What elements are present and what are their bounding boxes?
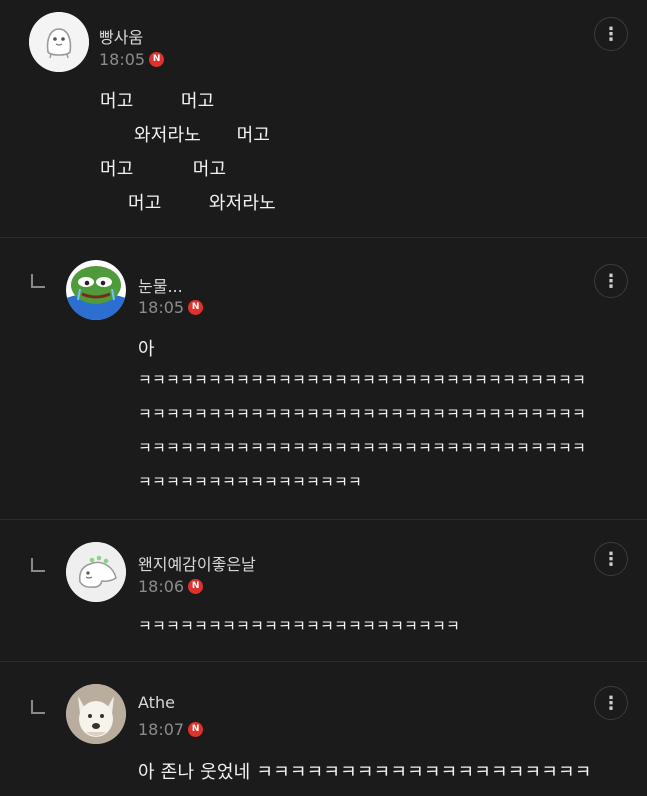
timestamp: 18:06 N [138, 577, 204, 596]
reply-item: Athe 18:07 N ⋮ 아 존나 웃었네 ㅋㅋㅋㅋㅋㅋㅋㅋㅋㅋㅋㅋㅋㅋㅋㅋ… [0, 662, 647, 796]
reply-arrow-icon [31, 700, 45, 714]
comment-text-line: ㅋㅋㅋㅋㅋㅋㅋㅋㅋㅋㅋㅋㅋㅋㅋㅋㅋㅋㅋㅋㅋㅋㅋㅋㅋㅋㅋㅋㅋㅋㅋㅋ [138, 371, 587, 389]
more-options-button[interactable]: ⋮ [594, 686, 628, 720]
more-options-button[interactable]: ⋮ [594, 542, 628, 576]
author-name[interactable]: Athe [138, 693, 175, 712]
comment-text-line: ㅋㅋㅋㅋㅋㅋㅋㅋㅋㅋㅋㅋㅋㅋㅋㅋㅋㅋㅋㅋㅋㅋㅋㅋㅋㅋㅋㅋㅋㅋㅋㅋ [138, 405, 587, 423]
time-text: 18:05 [138, 298, 185, 317]
reply-item: 눈물... 18:05 N ⋮ 아 ㅋㅋㅋㅋㅋㅋㅋㅋㅋㅋㅋㅋㅋㅋㅋㅋㅋㅋㅋㅋㅋㅋ… [0, 238, 647, 518]
white-dog-photo-icon [66, 684, 126, 744]
avatar[interactable] [66, 684, 126, 744]
new-badge: N [188, 579, 204, 594]
more-vertical-icon: ⋮ [602, 548, 620, 570]
new-badge: N [188, 722, 204, 737]
more-vertical-icon: ⋮ [602, 23, 620, 45]
comment-text-line: ㅋㅋㅋㅋㅋㅋㅋㅋㅋㅋㅋㅋㅋㅋㅋㅋㅋㅋㅋㅋㅋㅋㅋ [138, 617, 461, 635]
time-text: 18:05 [99, 50, 146, 69]
comment-text-line: ㅋㅋㅋㅋㅋㅋㅋㅋㅋㅋㅋㅋㅋㅋㅋㅋ [138, 473, 363, 491]
white-blob-character-icon [29, 12, 89, 72]
comment-text-line: 아 존나 웃었네 ㅋㅋㅋㅋㅋㅋㅋㅋㅋㅋㅋㅋㅋㅋㅋㅋㅋㅋㅋㅋ [138, 762, 592, 783]
comment-thread: 빵사움 18:05 N ⋮ 머고 머고 와저라노 머고 머고 머고 머고 와저라… [0, 0, 647, 796]
new-badge: N [188, 300, 204, 315]
comment-text-line: 머고 머고 [100, 159, 227, 180]
avatar[interactable] [66, 542, 126, 602]
more-vertical-icon: ⋮ [602, 692, 620, 714]
comment-item: 빵사움 18:05 N ⋮ 머고 머고 와저라노 머고 머고 머고 머고 와저라… [0, 0, 647, 237]
comment-text-line: ㅋㅋㅋㅋㅋㅋㅋㅋㅋㅋㅋㅋㅋㅋㅋㅋㅋㅋㅋㅋㅋㅋㅋㅋㅋㅋㅋㅋㅋㅋㅋㅋ [138, 439, 587, 457]
avatar[interactable] [29, 12, 89, 72]
time-text: 18:06 [138, 577, 185, 596]
reply-arrow-icon [31, 274, 45, 288]
reply-item: 왠지예감이좋은날 18:06 N ⋮ ㅋㅋㅋㅋㅋㅋㅋㅋㅋㅋㅋㅋㅋㅋㅋㅋㅋㅋㅋㅋㅋ… [0, 520, 647, 660]
white-dinosaur-icon [66, 542, 126, 602]
more-vertical-icon: ⋮ [602, 270, 620, 292]
comment-text-line: 와저라노 머고 [134, 125, 271, 146]
comment-text-line: 머고 와저라노 [128, 193, 276, 214]
timestamp: 18:05 N [138, 298, 204, 317]
timestamp: 18:05 N [99, 50, 165, 69]
time-text: 18:07 [138, 720, 185, 739]
pepe-frog-icon [66, 260, 126, 320]
more-options-button[interactable]: ⋮ [594, 17, 628, 51]
author-name[interactable]: 눈물... [138, 273, 183, 297]
author-name[interactable]: 왠지예감이좋은날 [138, 551, 256, 575]
avatar[interactable] [66, 260, 126, 320]
new-badge: N [149, 52, 165, 67]
comment-text-line: 머고 머고 [100, 91, 215, 112]
reply-arrow-icon [31, 558, 45, 572]
comment-text-line: 아 [138, 339, 155, 360]
timestamp: 18:07 N [138, 720, 204, 739]
author-name[interactable]: 빵사움 [99, 24, 143, 48]
more-options-button[interactable]: ⋮ [594, 264, 628, 298]
